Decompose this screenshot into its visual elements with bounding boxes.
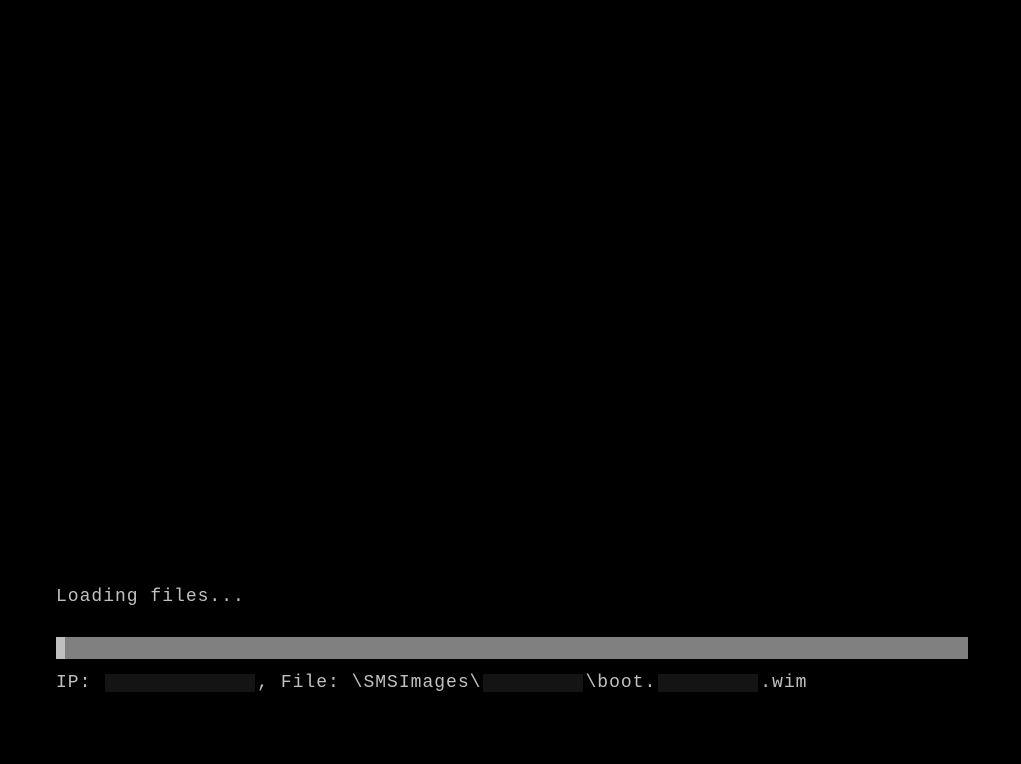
path-segment: \SMSImages\	[352, 673, 482, 693]
redacted-bootname	[658, 674, 758, 692]
file-label: , File:	[257, 673, 351, 693]
progress-bar-fill	[56, 637, 65, 659]
ip-label: IP:	[56, 673, 103, 693]
progress-bar-track	[56, 637, 968, 659]
status-line: IP: , File: \SMSImages\ \boot. .wim	[56, 673, 808, 693]
boot-screen: Loading files... IP: , File: \SMSImages\…	[0, 0, 1021, 764]
path-segment: \boot.	[585, 673, 656, 693]
loading-label: Loading files...	[56, 587, 245, 607]
redacted-folder	[483, 674, 583, 692]
redacted-ip	[105, 674, 255, 692]
path-segment: .wim	[760, 673, 807, 693]
